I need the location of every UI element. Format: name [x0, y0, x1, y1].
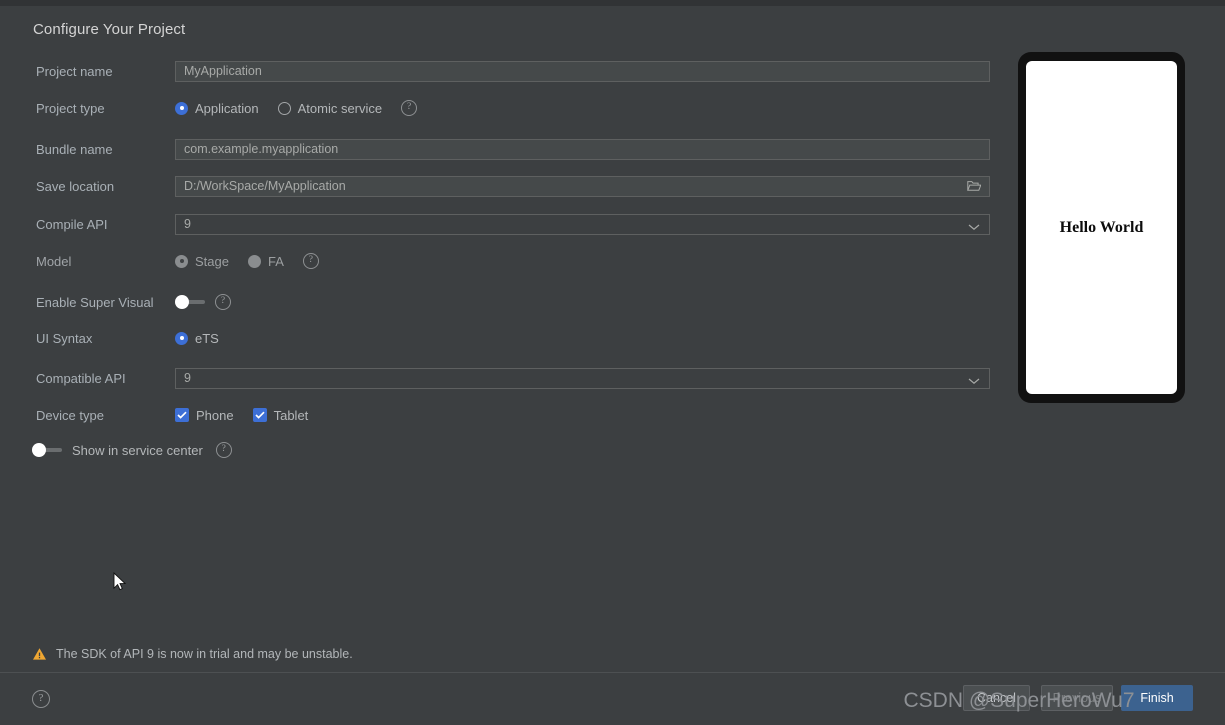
chevron-down-icon-compile-api[interactable]: [967, 220, 981, 230]
checkbox-option-tablet[interactable]: Tablet: [252, 407, 309, 423]
radio-option-atomic-service[interactable]: Atomic service: [277, 100, 383, 116]
compatible-api-value: 9: [184, 371, 191, 385]
checkbox-tablet-label: Tablet: [273, 407, 309, 423]
radio-fa-label: FA: [267, 253, 284, 269]
bundle-name-value: com.example.myapplication: [184, 142, 339, 156]
label-model: Model: [36, 253, 72, 269]
toggle-enable-super-visual[interactable]: [175, 295, 205, 309]
label-compile-api: Compile API: [36, 216, 108, 232]
label-save-location: Save location: [36, 178, 115, 194]
checkbox-option-phone[interactable]: Phone: [175, 408, 234, 423]
watermark-text: CSDN @SuperHeroWu7: [903, 689, 1135, 712]
ui-syntax-options: eTS: [175, 327, 238, 349]
radio-option-application[interactable]: Application: [175, 101, 259, 116]
chevron-down-icon-compatible-api[interactable]: [967, 374, 981, 384]
radio-application-icon: [175, 101, 188, 115]
checkbox-tablet-icon: [252, 408, 267, 422]
radio-option-fa[interactable]: FA: [247, 253, 284, 269]
project-name-value: MyApplication: [184, 64, 262, 78]
toggle-show-in-service-center[interactable]: [32, 443, 62, 457]
radio-stage-icon: [175, 254, 188, 268]
device-type-options: Phone Tablet: [175, 404, 327, 426]
help-icon-model[interactable]: ?: [302, 253, 319, 269]
preview-hello-text: Hello World: [1059, 218, 1144, 236]
radio-ets-icon: [175, 331, 188, 345]
label-show-in-service-center: Show in service center: [72, 442, 203, 458]
radio-application-label: Application: [195, 100, 259, 116]
open-folder-icon[interactable]: [967, 180, 982, 192]
footer-divider: [0, 672, 1225, 673]
save-location-value: D:/WorkSpace/MyApplication: [184, 179, 346, 193]
configure-project-dialog: Configure Your Project Project name MyAp…: [0, 0, 1225, 725]
sdk-warning-text: The SDK of API 9 is now in trial and may…: [56, 647, 353, 661]
compatible-api-dropdown[interactable]: 9: [175, 367, 990, 389]
radio-ets-label: eTS: [195, 330, 219, 346]
page-title: Configure Your Project: [33, 21, 186, 38]
radio-option-stage[interactable]: Stage: [175, 254, 229, 269]
save-location-input[interactable]: D:/WorkSpace/MyApplication: [175, 175, 990, 197]
label-project-type: Project type: [36, 100, 105, 116]
radio-atomic-service-label: Atomic service: [297, 100, 383, 116]
compile-api-value: 9: [184, 217, 191, 231]
enable-super-visual-controls: ?: [175, 291, 231, 313]
radio-fa-icon: [247, 254, 261, 268]
radio-option-ets[interactable]: eTS: [175, 331, 219, 346]
label-enable-super-visual: Enable Super Visual: [36, 294, 154, 310]
device-preview-screen: Hello World: [1026, 61, 1177, 394]
toggle-knob: [175, 295, 189, 309]
label-compatible-api: Compatible API: [36, 370, 126, 386]
checkbox-phone-icon: [175, 408, 189, 422]
window-top-strip: [0, 0, 1225, 6]
device-preview-panel: Hello World: [1018, 52, 1185, 403]
help-icon-footer[interactable]: ?: [32, 690, 50, 708]
checkbox-phone-label: Phone: [196, 407, 234, 423]
label-bundle-name: Bundle name: [36, 141, 113, 157]
help-icon-enable-super-visual[interactable]: ?: [215, 294, 231, 310]
show-in-service-center-controls: Show in service center ?: [32, 439, 232, 461]
mouse-cursor: [113, 571, 127, 592]
label-project-name: Project name: [36, 63, 113, 79]
bundle-name-input[interactable]: com.example.myapplication: [175, 138, 990, 160]
sdk-warning-bar: The SDK of API 9 is now in trial and may…: [0, 644, 1225, 664]
help-icon-project-type[interactable]: ?: [401, 100, 418, 116]
compile-api-dropdown[interactable]: 9: [175, 213, 990, 235]
project-type-options: Application Atomic service ?: [175, 97, 418, 119]
label-ui-syntax: UI Syntax: [36, 330, 93, 346]
project-name-input[interactable]: MyApplication: [175, 60, 990, 82]
toggle-knob: [32, 443, 46, 457]
model-options: Stage FA ?: [175, 250, 319, 272]
help-icon-show-in-service-center[interactable]: ?: [215, 442, 232, 458]
label-device-type: Device type: [36, 407, 104, 423]
radio-atomic-service-icon: [277, 101, 291, 115]
warning-triangle-icon: [32, 647, 47, 661]
radio-stage-label: Stage: [195, 253, 229, 269]
